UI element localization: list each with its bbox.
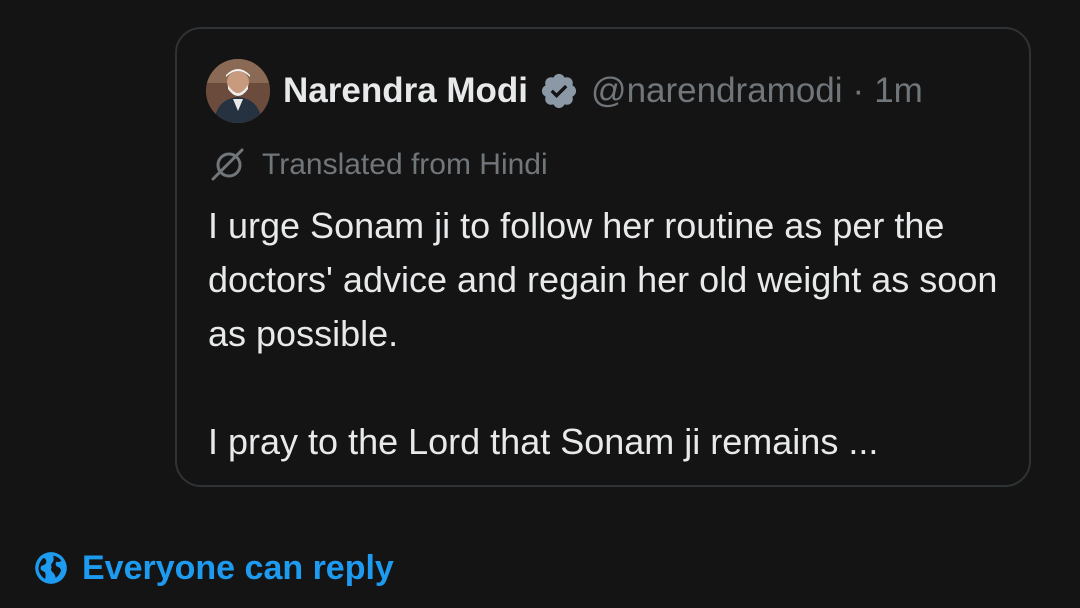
avatar-image [206,59,270,123]
author-avatar[interactable] [206,59,270,123]
translate-icon [208,145,248,185]
post-body: I urge Sonam ji to follow her routine as… [208,199,1008,469]
reply-setting-button[interactable]: Everyone can reply [32,547,394,589]
globe-icon [32,549,70,587]
translation-label: Translated from Hindi [262,148,548,181]
author-name[interactable]: Narendra Modi [283,71,528,111]
post-timestamp[interactable]: 1m [874,71,923,111]
quoted-post-card[interactable]: Narendra Modi @narendramodi · 1m Transla… [175,27,1031,487]
author-row: Narendra Modi @narendramodi · 1m [283,69,923,113]
author-handle[interactable]: @narendramodi [591,71,843,111]
reply-setting-label[interactable]: Everyone can reply [82,549,394,588]
separator-dot: · [852,71,865,110]
post-paragraph: I urge Sonam ji to follow her routine as… [208,205,998,354]
post-paragraph: I pray to the Lord that Sonam ji remains… [208,421,879,462]
verified-badge-icon[interactable] [539,71,579,111]
translation-notice: Translated from Hindi [208,145,548,185]
